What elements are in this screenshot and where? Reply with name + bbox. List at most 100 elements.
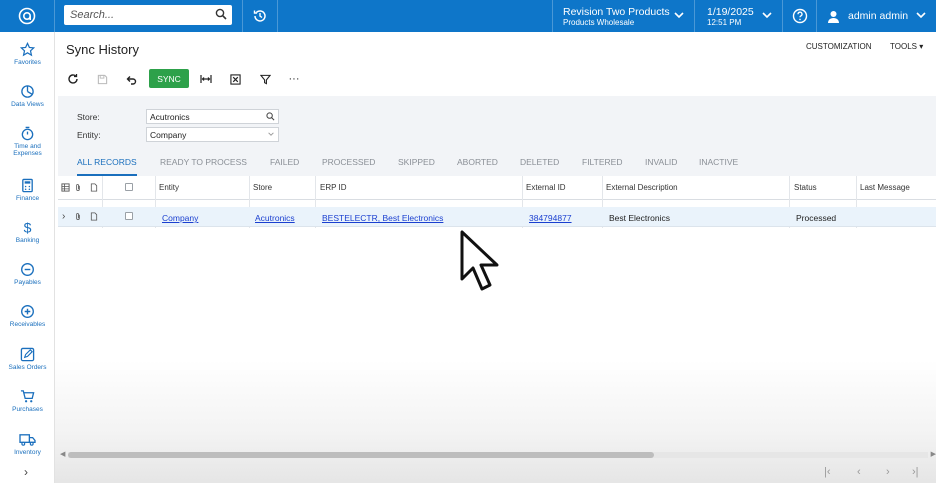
svg-text:$: $ bbox=[24, 220, 32, 235]
fit-width-icon bbox=[200, 75, 212, 83]
nav-item-time-and-expenses[interactable]: Time and Expenses bbox=[0, 126, 55, 157]
sync-button[interactable]: SYNC bbox=[149, 69, 189, 88]
search-icon[interactable] bbox=[215, 8, 227, 22]
entity-label: Entity: bbox=[77, 130, 101, 140]
filter-button[interactable] bbox=[255, 68, 275, 90]
more-actions-button[interactable]: ··· bbox=[284, 68, 304, 90]
col-last-message[interactable]: Last Message bbox=[860, 183, 910, 192]
expand-menu-icon[interactable]: › bbox=[24, 465, 28, 479]
save-button[interactable] bbox=[92, 68, 112, 90]
col-erp-id[interactable]: ERP ID bbox=[320, 183, 347, 192]
chevron-down-icon bbox=[762, 12, 772, 19]
status-cell: Processed bbox=[796, 213, 837, 223]
business-date: 1/19/2025 bbox=[707, 5, 754, 18]
pie-chart-icon bbox=[21, 85, 34, 98]
help-button[interactable] bbox=[782, 0, 816, 32]
user-menu[interactable]: admin admin bbox=[816, 0, 936, 32]
dollar-icon: $ bbox=[24, 220, 32, 235]
company-branch-selector[interactable]: Revision Two Products Products Wholesale bbox=[552, 0, 694, 32]
store-label: Store: bbox=[77, 112, 100, 122]
export-excel-button[interactable] bbox=[225, 68, 245, 90]
store-link[interactable]: Acutronics bbox=[255, 213, 295, 223]
refresh-button[interactable] bbox=[63, 68, 83, 90]
search-icon[interactable] bbox=[266, 112, 275, 123]
external-description: Best Electronics bbox=[609, 213, 670, 223]
filter-icon bbox=[259, 74, 271, 85]
horizontal-scrollbar[interactable]: ◀ ▶ bbox=[60, 450, 936, 460]
external-id-link[interactable]: 384794877 bbox=[529, 213, 572, 223]
tab-invalid[interactable]: INVALID bbox=[645, 154, 677, 176]
search-box[interactable] bbox=[64, 5, 232, 25]
customization-menu[interactable]: CUSTOMIZATION bbox=[806, 42, 871, 51]
previous-page-button[interactable]: ‹ bbox=[857, 466, 861, 478]
business-date-selector[interactable]: 1/19/2025 12:51 PM bbox=[694, 0, 782, 32]
attachment-icon bbox=[76, 183, 80, 191]
row-select-checkbox[interactable] bbox=[125, 212, 133, 220]
user-name: admin admin bbox=[848, 10, 909, 22]
plus-circle-icon bbox=[21, 305, 34, 318]
nav-item-receivables[interactable]: Receivables bbox=[0, 304, 55, 328]
row-expand-icon[interactable]: › bbox=[62, 211, 65, 222]
next-page-button[interactable]: › bbox=[886, 466, 890, 478]
nav-item-inventory[interactable]: Inventory bbox=[0, 432, 55, 456]
save-icon bbox=[97, 74, 107, 84]
first-page-button[interactable]: |‹ bbox=[824, 466, 831, 478]
col-status[interactable]: Status bbox=[794, 183, 817, 192]
entity-link[interactable]: Company bbox=[162, 213, 198, 223]
attachment-icon[interactable] bbox=[74, 212, 82, 221]
recent-history-button[interactable] bbox=[242, 0, 278, 32]
last-page-button[interactable]: ›| bbox=[912, 466, 919, 478]
page-title: Sync History bbox=[66, 42, 139, 57]
table-row[interactable]: › Company Acutronics BESTELECTR, Best El… bbox=[58, 207, 936, 227]
stopwatch-icon bbox=[21, 126, 34, 141]
search-input[interactable] bbox=[70, 9, 210, 21]
nav-item-banking[interactable]: $ Banking bbox=[0, 220, 55, 244]
tab-failed[interactable]: FAILED bbox=[270, 154, 299, 176]
erp-id-link[interactable]: BESTELECTR, Best Electronics bbox=[322, 213, 443, 223]
minus-circle-icon bbox=[21, 263, 34, 276]
col-entity[interactable]: Entity bbox=[159, 183, 179, 192]
scroll-right-icon[interactable]: ▶ bbox=[931, 450, 936, 458]
star-icon bbox=[20, 42, 35, 57]
select-all-checkbox[interactable] bbox=[125, 183, 133, 191]
tab-skipped[interactable]: SKIPPED bbox=[398, 154, 435, 176]
note-icon[interactable] bbox=[90, 212, 98, 221]
excel-icon bbox=[229, 73, 241, 85]
chevron-down-icon bbox=[916, 12, 926, 19]
calculator-icon bbox=[22, 178, 33, 193]
undo-button[interactable] bbox=[121, 68, 141, 90]
nav-item-data-views[interactable]: Data Views bbox=[0, 84, 55, 108]
tab-deleted[interactable]: DELETED bbox=[520, 154, 559, 176]
truck-icon bbox=[19, 434, 36, 446]
col-external-description[interactable]: External Description bbox=[606, 183, 678, 192]
col-external-id[interactable]: External ID bbox=[526, 183, 566, 192]
business-time: 12:51 PM bbox=[707, 17, 742, 27]
fit-to-screen-button[interactable] bbox=[196, 68, 216, 90]
nav-item-sales-orders[interactable]: Sales Orders bbox=[0, 347, 55, 371]
col-store[interactable]: Store bbox=[253, 183, 272, 192]
tab-ready-to-process[interactable]: READY TO PROCESS bbox=[160, 154, 247, 176]
tab-all-records[interactable]: ALL RECORDS bbox=[77, 154, 137, 176]
entity-dropdown[interactable]: Company bbox=[146, 127, 279, 142]
tools-menu[interactable]: TOOLS ▾ bbox=[890, 42, 923, 51]
nav-item-favorites[interactable]: Favorites bbox=[0, 42, 55, 66]
pencil-icon bbox=[20, 347, 35, 362]
tab-inactive[interactable]: INACTIVE bbox=[699, 154, 738, 176]
left-navigation: Favorites Data Views Time and Expenses F… bbox=[0, 32, 55, 483]
grid-settings-icon[interactable] bbox=[61, 183, 70, 192]
tab-filtered[interactable]: FILTERED bbox=[582, 154, 622, 176]
tab-aborted[interactable]: ABORTED bbox=[457, 154, 498, 176]
tab-processed[interactable]: PROCESSED bbox=[322, 154, 375, 176]
grid-header: Entity Store ERP ID External ID External… bbox=[58, 176, 936, 200]
top-bar: Revision Two Products Products Wholesale… bbox=[0, 0, 936, 32]
nav-item-purchases[interactable]: Purchases bbox=[0, 389, 55, 413]
history-icon bbox=[253, 10, 266, 22]
store-selector[interactable]: Acutronics bbox=[146, 109, 279, 124]
refresh-icon bbox=[68, 74, 78, 84]
scroll-left-icon[interactable]: ◀ bbox=[60, 450, 65, 458]
acumatica-logo[interactable] bbox=[0, 0, 55, 32]
nav-item-payables[interactable]: Payables bbox=[0, 262, 55, 286]
filter-form: Store: Acutronics Entity: Company ALL RE… bbox=[58, 96, 936, 176]
scroll-thumb[interactable] bbox=[68, 452, 654, 458]
nav-item-finance[interactable]: Finance bbox=[0, 178, 55, 202]
